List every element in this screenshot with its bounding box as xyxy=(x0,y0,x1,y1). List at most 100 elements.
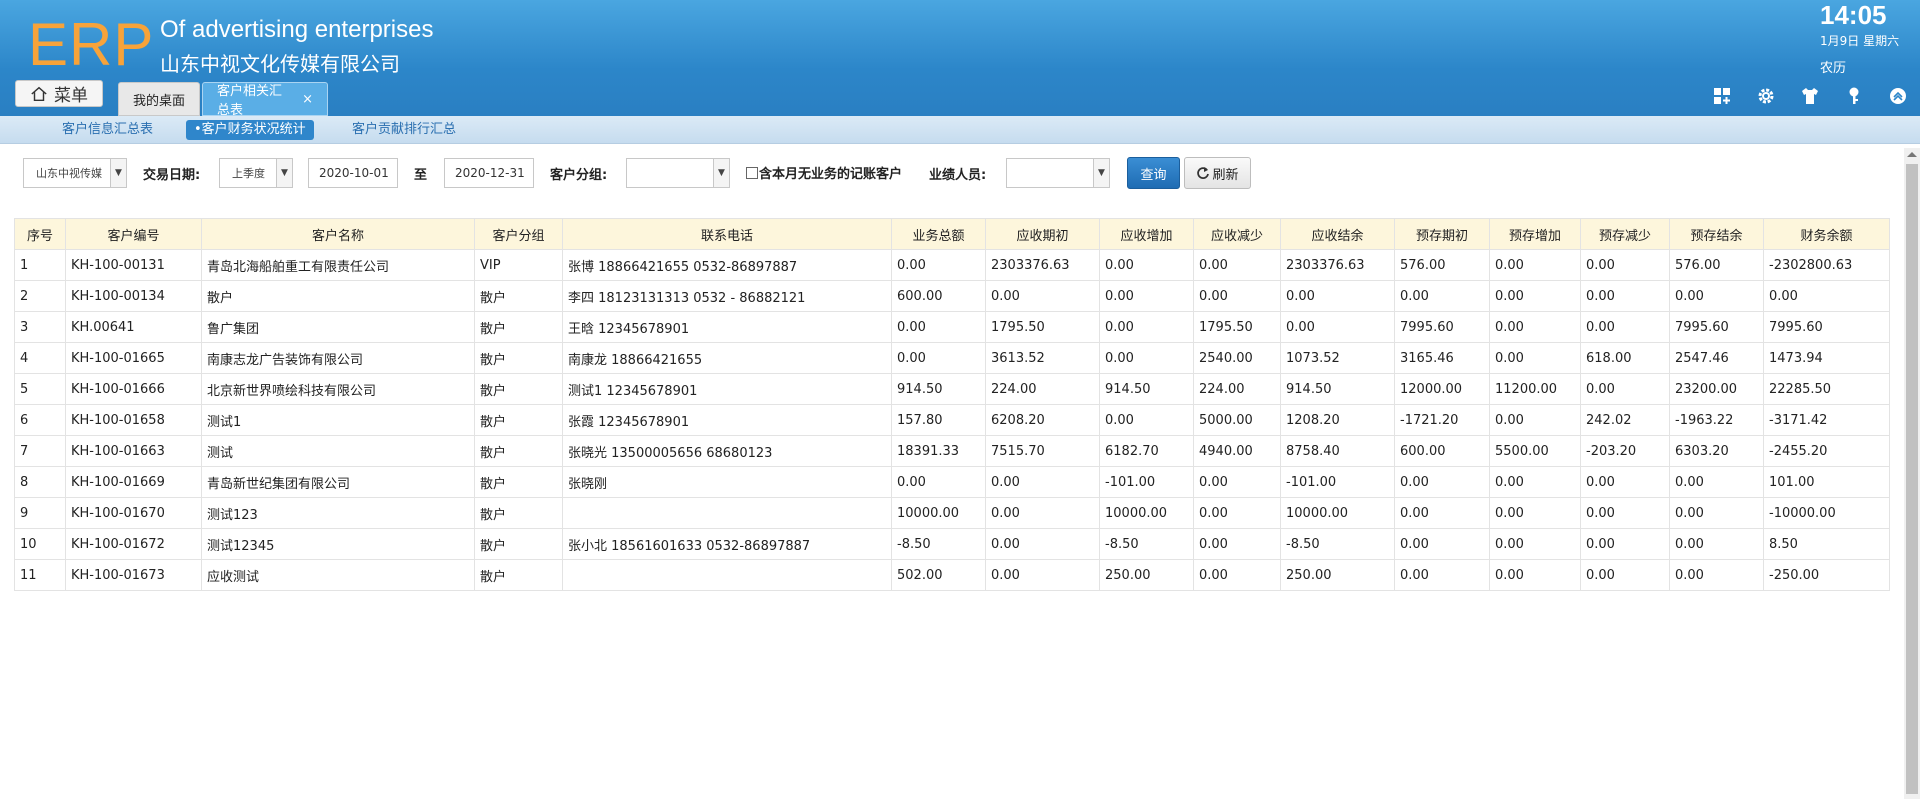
scroll-thumb[interactable] xyxy=(1906,164,1918,794)
table-cell: 0.00 xyxy=(1669,466,1764,498)
to-label: 至 xyxy=(414,168,428,183)
table-cell: 鲁广集团 xyxy=(201,311,475,343)
table-cell: 南康龙 18866421655 xyxy=(562,342,892,374)
table-cell: 王晗 12345678901 xyxy=(562,311,892,343)
table-row[interactable]: 6 KH-100-01658 测试1 散户 张霞 12345678901 157.80 62… xyxy=(14,404,1890,436)
table-row[interactable]: 9 KH-100-01670 测试123 散户 10000.00 0.00 10000.00… xyxy=(14,497,1890,529)
table-cell: 0.00 xyxy=(1099,311,1194,343)
table-cell: 22285.50 xyxy=(1763,373,1890,405)
group-select[interactable]: ▼ xyxy=(626,158,730,188)
chevron-up-circle-icon[interactable] xyxy=(1888,86,1908,106)
column-header[interactable]: 预存期初 xyxy=(1394,218,1490,250)
table-cell: 0.00 xyxy=(1489,249,1581,281)
tshirt-icon[interactable] xyxy=(1800,86,1820,106)
table-row[interactable]: 1 KH-100-00131 青岛北海船舶重工有限责任公司 VIP 张博 1886642… xyxy=(14,249,1890,281)
table-cell: 5500.00 xyxy=(1489,435,1581,467)
checkbox-box[interactable] xyxy=(746,166,758,179)
tab-label: 客户相关汇总表 xyxy=(217,84,283,118)
column-header[interactable]: 应收结余 xyxy=(1280,218,1395,250)
table-row[interactable]: 8 KH-100-01669 青岛新世纪集团有限公司 散户 张晓刚 0.00 0.00 -10… xyxy=(14,466,1890,498)
table-row[interactable]: 4 KH-100-01665 南康志龙广告装饰有限公司 散户 南康龙 188664216… xyxy=(14,342,1890,374)
table-row[interactable]: 7 KH-100-01663 测试 散户 张晓光 13500005656 6868012… xyxy=(14,435,1890,467)
table-row[interactable]: 2 KH-100-00134 散户 散户 李四 18123131313 0532 - 8… xyxy=(14,280,1890,312)
table-cell: 1473.94 xyxy=(1763,342,1890,374)
table-cell: 0.00 xyxy=(1099,404,1194,436)
table-row[interactable]: 11 KH-100-01673 应收测试 散户 502.00 0.00 250.00 0.00… xyxy=(14,559,1890,591)
table-cell: 2303376.63 xyxy=(1280,249,1395,281)
refresh-button[interactable]: 刷新 xyxy=(1184,157,1251,189)
table-cell: KH-100-01672 xyxy=(65,528,202,560)
tab-customer-summary[interactable]: 客户相关汇总表 × xyxy=(202,82,328,118)
home-icon xyxy=(31,86,47,101)
menu-button[interactable]: 菜单 xyxy=(15,80,103,107)
no-business-checkbox[interactable]: 含本月无业务的记账客户 xyxy=(746,163,902,182)
table-cell: 600.00 xyxy=(891,280,986,312)
column-header[interactable]: 客户编号 xyxy=(65,218,202,250)
column-header[interactable]: 序号 xyxy=(14,218,66,250)
column-header[interactable]: 预存结余 xyxy=(1669,218,1764,250)
table-cell: 0.00 xyxy=(1394,559,1490,591)
table-cell: KH-100-01666 xyxy=(65,373,202,405)
vertical-scrollbar[interactable] xyxy=(1904,148,1920,799)
table-cell: 6208.20 xyxy=(985,404,1100,436)
column-header[interactable]: 客户分组 xyxy=(474,218,563,250)
table-cell: -1721.20 xyxy=(1394,404,1490,436)
table-cell: 测试 xyxy=(201,435,475,467)
tab-my-desktop[interactable]: 我的桌面 xyxy=(118,82,200,116)
table-cell: 8758.40 xyxy=(1280,435,1395,467)
column-header[interactable]: 应收减少 xyxy=(1193,218,1281,250)
menu-label: 菜单 xyxy=(54,86,88,106)
column-header[interactable]: 客户名称 xyxy=(201,218,475,250)
subnav-customer-contribution[interactable]: 客户贡献排行汇总 xyxy=(344,120,464,140)
table-row[interactable]: 3 KH.00641 鲁广集团 散户 王晗 12345678901 0.00 1795.50… xyxy=(14,311,1890,343)
key-icon[interactable] xyxy=(1844,86,1864,106)
grid-add-icon[interactable] xyxy=(1712,86,1732,106)
table-cell: 1073.52 xyxy=(1280,342,1395,374)
table-header-row: 序号 客户编号 客户名称 客户分组 联系电话 业务总额 应收期初 应收增加 应收减少 应收结余 预存… xyxy=(14,218,1890,250)
table-cell: 0.00 xyxy=(1489,559,1581,591)
end-date-input[interactable]: 2020-12-31 xyxy=(444,158,534,188)
chevron-down-icon: ▼ xyxy=(110,159,126,187)
table-row[interactable]: 5 KH-100-01666 北京新世界喷绘科技有限公司 散户 测试1 12345678… xyxy=(14,373,1890,405)
table-cell: 散户 xyxy=(474,404,563,436)
column-header[interactable]: 业务总额 xyxy=(891,218,986,250)
column-header[interactable]: 联系电话 xyxy=(562,218,892,250)
gear-icon[interactable] xyxy=(1756,86,1776,106)
table-cell: 0.00 xyxy=(1489,528,1581,560)
table-cell: 6182.70 xyxy=(1099,435,1194,467)
period-select[interactable]: 上季度 ▼ xyxy=(219,158,293,188)
table-cell: 0.00 xyxy=(1099,249,1194,281)
table-row[interactable]: 10 KH-100-01672 测试12345 散户 张小北 18561601633 0… xyxy=(14,528,1890,560)
table-cell: 10000.00 xyxy=(1280,497,1395,529)
table-cell: 测试123 xyxy=(201,497,475,529)
refresh-label: 刷新 xyxy=(1212,167,1239,183)
start-date-input[interactable]: 2020-10-01 xyxy=(308,158,398,188)
lunar-calendar-link[interactable]: 农历 xyxy=(1820,57,1846,76)
subnav-customer-finance[interactable]: •客户财务状况统计 xyxy=(186,120,314,140)
table-cell: 8 xyxy=(14,466,66,498)
column-header[interactable]: 应收期初 xyxy=(985,218,1100,250)
staff-select[interactable]: ▼ xyxy=(1006,158,1110,188)
table-cell: 0.00 xyxy=(1394,497,1490,529)
table-cell xyxy=(562,559,892,591)
column-header[interactable]: 财务余额 xyxy=(1763,218,1890,250)
table-cell: 23200.00 xyxy=(1669,373,1764,405)
clock-date: 1月9日 星期六 xyxy=(1820,34,1900,48)
close-icon[interactable]: × xyxy=(302,92,313,107)
company-select[interactable]: 山东中视传媒 ▼ xyxy=(23,158,127,188)
table-cell: 散户 xyxy=(201,280,475,312)
table-cell: -3171.42 xyxy=(1763,404,1890,436)
table-cell: 10 xyxy=(14,528,66,560)
staff-label: 业绩人员: xyxy=(929,168,987,183)
column-header[interactable]: 预存减少 xyxy=(1580,218,1670,250)
column-header[interactable]: 预存增加 xyxy=(1489,218,1581,250)
subnav-customer-info[interactable]: 客户信息汇总表 xyxy=(54,120,161,140)
table-cell: 4940.00 xyxy=(1193,435,1281,467)
column-header[interactable]: 应收增加 xyxy=(1099,218,1194,250)
table-cell: 张晓刚 xyxy=(562,466,892,498)
scroll-up-arrow[interactable] xyxy=(1907,152,1917,157)
table-cell: 0.00 xyxy=(1669,559,1764,591)
customer-finance-table: 序号 客户编号 客户名称 客户分组 联系电话 业务总额 应收期初 应收增加 应收减少 应收结余 预存… xyxy=(14,218,1890,591)
query-button[interactable]: 查询 xyxy=(1127,157,1180,189)
table-cell: -10000.00 xyxy=(1763,497,1890,529)
